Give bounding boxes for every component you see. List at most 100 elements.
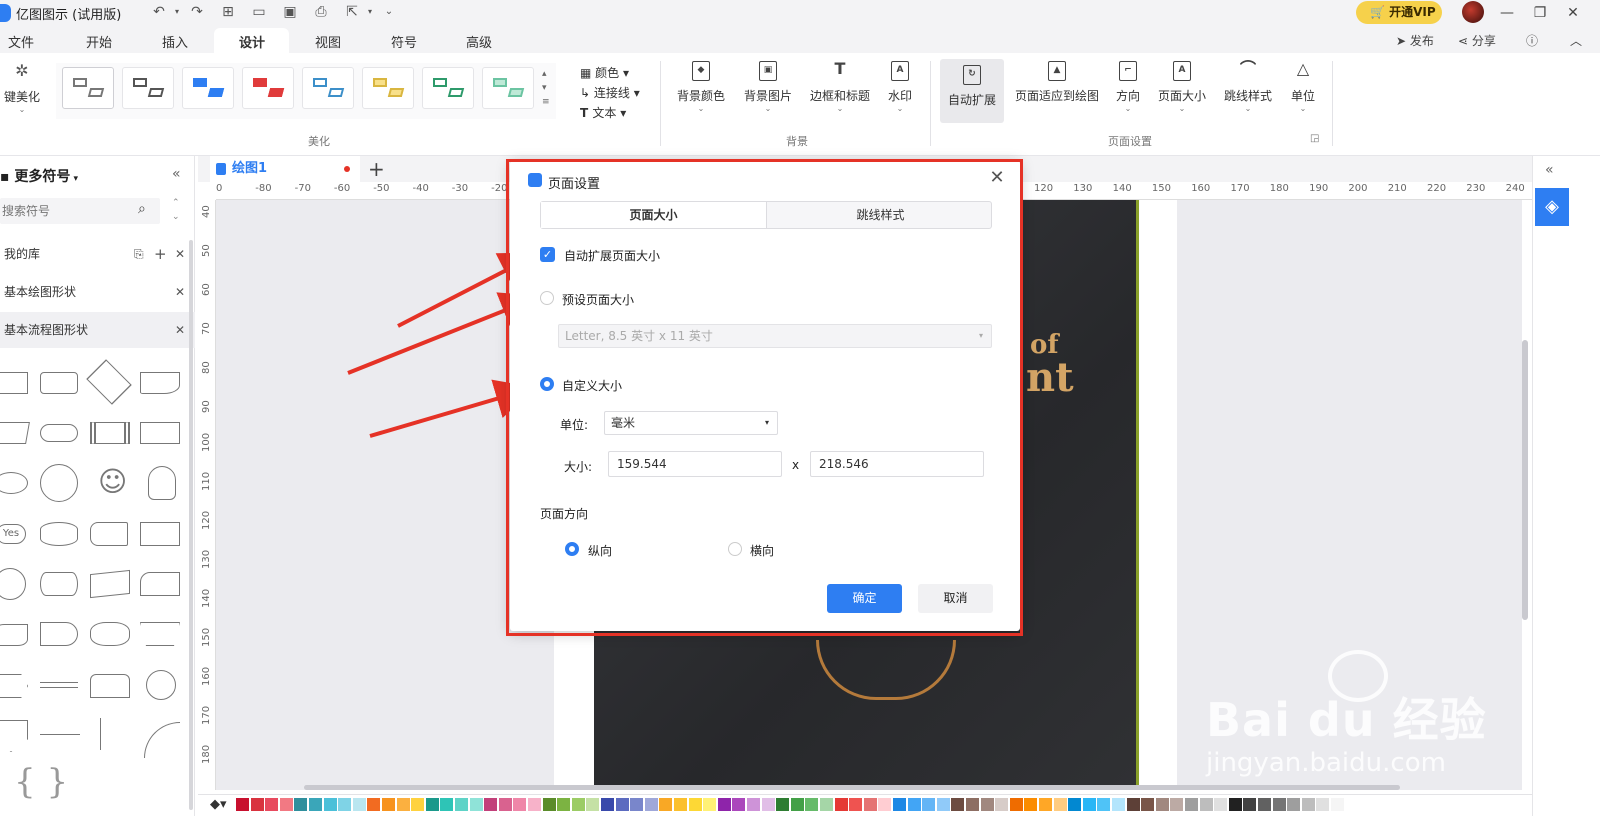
close-window-icon[interactable]: ✕ xyxy=(1563,3,1583,23)
one-click-beautify-button[interactable]: ✲ 键美化 ⌄ xyxy=(0,61,44,114)
collapse-ribbon-icon[interactable]: ︿ xyxy=(1570,32,1582,49)
unit-button[interactable]: △ 单位 ⌄ xyxy=(1288,61,1318,113)
shape-circle[interactable] xyxy=(40,464,78,502)
color-swatch[interactable] xyxy=(732,798,746,811)
restore-icon[interactable]: ❐ xyxy=(1530,3,1550,23)
color-swatch[interactable] xyxy=(1082,798,1096,811)
fill-bucket-icon[interactable]: ◈ xyxy=(1535,188,1569,226)
publish-button[interactable]: ➤ 发布 xyxy=(1396,32,1434,49)
color-swatch[interactable] xyxy=(863,798,877,811)
add-tab-icon[interactable]: + xyxy=(368,156,385,182)
auto-expand-checkbox[interactable]: ✓ xyxy=(540,247,555,262)
close-library-icon[interactable]: ✕ xyxy=(175,312,185,348)
panel-scrollbar[interactable] xyxy=(189,240,193,810)
color-swatch[interactable] xyxy=(674,798,687,811)
color-swatch[interactable] xyxy=(1141,798,1155,811)
color-swatch[interactable] xyxy=(1272,798,1286,811)
style-thumb-8[interactable] xyxy=(482,67,534,109)
shape-ellipse[interactable] xyxy=(0,472,28,494)
color-swatch[interactable] xyxy=(776,798,790,811)
color-swatch[interactable] xyxy=(528,798,541,811)
color-swatch[interactable] xyxy=(1199,798,1213,811)
dialog-launcher-icon[interactable]: ◲ xyxy=(1310,133,1319,144)
portrait-radio[interactable] xyxy=(565,542,579,556)
color-swatch[interactable] xyxy=(382,798,395,811)
help-icon[interactable]: ⓘ xyxy=(1526,32,1538,49)
text-menu[interactable]: T 文本 ▾ xyxy=(580,104,626,121)
menu-design[interactable]: 设计 xyxy=(239,32,265,51)
color-swatch[interactable] xyxy=(323,798,337,811)
color-swatch[interactable] xyxy=(265,798,279,811)
library-basic-shapes[interactable]: 基本绘图形状 ✕ xyxy=(0,274,195,310)
export-icon[interactable]: ⇱ xyxy=(343,3,361,21)
shape-note[interactable] xyxy=(100,718,132,750)
color-swatch[interactable] xyxy=(761,798,775,811)
color-swatch[interactable] xyxy=(936,798,950,811)
color-swatch[interactable] xyxy=(878,798,892,811)
shape-predefined-process[interactable] xyxy=(90,422,130,444)
expand-panel-icon[interactable]: « xyxy=(1545,162,1554,178)
shape-manual-operation[interactable] xyxy=(90,569,130,599)
shape-database[interactable] xyxy=(40,522,78,546)
color-swatch[interactable] xyxy=(1331,798,1344,811)
minimize-icon[interactable]: — xyxy=(1497,3,1517,23)
color-swatch[interactable] xyxy=(498,798,512,811)
search-icon[interactable]: ⌕ xyxy=(138,201,146,217)
color-swatch[interactable] xyxy=(922,798,936,811)
shape-terminator[interactable] xyxy=(40,424,78,442)
color-swatch[interactable] xyxy=(542,798,556,811)
color-swatch[interactable] xyxy=(820,798,833,811)
color-swatch[interactable] xyxy=(294,798,308,811)
preset-size-radio[interactable] xyxy=(540,291,554,305)
color-swatch[interactable] xyxy=(980,798,994,811)
import-icon[interactable]: ⎘ xyxy=(134,236,144,272)
color-swatch[interactable] xyxy=(630,798,644,811)
color-swatch[interactable] xyxy=(1009,798,1023,811)
shape-rounded-rect[interactable] xyxy=(40,372,78,394)
collapse-panel-icon[interactable]: « xyxy=(172,166,181,182)
fit-page-to-drawing-button[interactable]: ▲ 页面适应到绘图 xyxy=(1012,61,1102,104)
color-swatch[interactable] xyxy=(659,798,673,811)
color-swatch[interactable] xyxy=(338,798,352,811)
jump-line-style-button[interactable]: ⌒ 跳线样式 ⌄ xyxy=(1222,61,1274,113)
symbol-search-box[interactable]: ⌕ xyxy=(0,198,160,224)
gallery-scroll-icon[interactable]: ▴ ▾ ≡ xyxy=(542,67,550,109)
undo-dropdown-icon[interactable]: ▾ xyxy=(168,3,186,21)
color-swatch[interactable] xyxy=(790,798,804,811)
color-swatch[interactable] xyxy=(1243,798,1257,811)
color-swatch[interactable] xyxy=(469,798,483,811)
shape-display[interactable] xyxy=(90,622,130,646)
close-library-icon[interactable]: ✕ xyxy=(175,274,185,310)
color-swatch[interactable] xyxy=(601,798,614,811)
color-swatch[interactable] xyxy=(1039,798,1052,811)
color-swatch[interactable] xyxy=(849,798,863,811)
shape-internal-storage[interactable] xyxy=(140,422,180,444)
style-thumb-7[interactable] xyxy=(422,67,474,109)
search-scroll-icon[interactable]: ⌃ ⌄ xyxy=(172,196,180,224)
color-swatch[interactable] xyxy=(1316,798,1330,811)
fill-tool-icon[interactable]: ◆▾ xyxy=(210,797,227,812)
color-swatch[interactable] xyxy=(411,798,425,811)
color-swatch[interactable] xyxy=(747,798,760,811)
save-icon[interactable]: ▣ xyxy=(281,3,299,21)
shape-trapezoid[interactable] xyxy=(140,622,180,646)
color-swatch[interactable] xyxy=(557,798,571,811)
tab-page-size[interactable]: 页面大小 xyxy=(541,202,767,228)
style-thumb-6[interactable] xyxy=(362,67,414,109)
avatar[interactable] xyxy=(1462,1,1484,23)
style-thumb-1[interactable] xyxy=(62,67,114,109)
shape-process[interactable] xyxy=(0,372,28,394)
menu-symbols[interactable]: 符号 xyxy=(391,32,417,51)
library-flowchart-shapes[interactable]: 基本流程图形状 ✕ xyxy=(0,312,195,348)
cancel-button[interactable]: 取消 xyxy=(918,584,993,613)
color-swatch[interactable] xyxy=(1287,798,1301,811)
open-folder-icon[interactable]: ▭ xyxy=(250,3,268,21)
close-library-icon[interactable]: ✕ xyxy=(175,236,185,272)
menu-view[interactable]: 视图 xyxy=(315,32,341,51)
color-swatch[interactable] xyxy=(1068,798,1082,811)
shape-off-page-ref[interactable] xyxy=(0,720,28,752)
page-size-button[interactable]: A 页面大小 ⌄ xyxy=(1156,61,1208,113)
shape-decision[interactable] xyxy=(86,359,132,405)
landscape-radio[interactable] xyxy=(728,542,742,556)
color-swatch[interactable] xyxy=(1097,798,1111,811)
